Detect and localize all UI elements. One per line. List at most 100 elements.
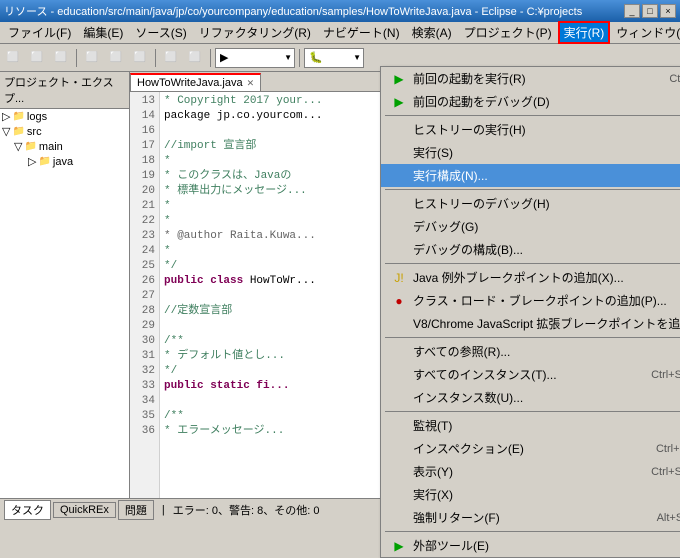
menu-inst-count[interactable]: インスタンス数(U)... xyxy=(381,386,680,409)
toolbar-btn-4[interactable]: ⬜ xyxy=(81,47,103,69)
sep-6 xyxy=(385,531,680,532)
menu-execute[interactable]: 実行(X) Ctrl+U xyxy=(381,483,680,506)
expand-icon: ▷ xyxy=(28,155,36,168)
menu-search[interactable]: 検索(A) xyxy=(406,22,458,43)
toolbar-sep-1 xyxy=(76,49,77,67)
project-explorer: プロジェクト・エクスプ... ▷ 📁 logs ▽ 📁 src ▽ 📁 main… xyxy=(0,72,130,498)
sep-3 xyxy=(385,263,680,264)
menu-all-inst[interactable]: すべてのインスタンス(T)... Ctrl+Shift+N xyxy=(381,363,680,386)
tab-quickrex[interactable]: QuickREx xyxy=(53,502,116,518)
tab-tasks[interactable]: タスク xyxy=(4,500,51,520)
toolbar-debug-dropdown[interactable]: 🐛 ▼ xyxy=(304,48,364,68)
menu-v8-bp-label: V8/Chrome JavaScript 拡張ブレークポイントを追加 xyxy=(413,315,680,332)
folder-icon: 📁 xyxy=(12,111,24,122)
toolbar-debug-arrow: ▼ xyxy=(353,53,361,62)
menu-refactor[interactable]: リファクタリング(R) xyxy=(193,22,317,43)
menu-run-s-label: 実行(S) xyxy=(413,144,453,161)
menu-display-label: 表示(Y) xyxy=(413,463,453,480)
menu-class-bp-label: クラス・ロード・ブレークポイントの追加(P)... xyxy=(413,292,667,309)
menu-v8-bp[interactable]: V8/Chrome JavaScript 拡張ブレークポイントを追加 xyxy=(381,312,680,335)
menu-run[interactable]: 実行(R) xyxy=(558,21,611,44)
menu-history-debug[interactable]: ヒストリーのデバッグ(H) ▶ xyxy=(381,192,680,215)
menu-inst-count-label: インスタンス数(U)... xyxy=(413,389,523,406)
menu-monitor[interactable]: 監視(T) xyxy=(381,414,680,437)
expand-icon: ▷ xyxy=(2,110,10,123)
tree-label: logs xyxy=(27,111,47,123)
sep-1 xyxy=(385,115,680,116)
menu-window[interactable]: ウィンドウ(W) xyxy=(610,22,680,43)
tree-label: src xyxy=(27,126,42,138)
menu-java-bp-label: Java 例外ブレークポイントの追加(X)... xyxy=(413,269,624,286)
sep-2 xyxy=(385,189,680,190)
menu-run-prev[interactable]: ▶ 前回の起動を実行(R) Ctrl+F11 xyxy=(381,67,680,90)
menu-run-prev-label: 前回の起動を実行(R) xyxy=(413,70,526,87)
menu-project[interactable]: プロジェクト(P) xyxy=(458,22,558,43)
menu-display-shortcut: Ctrl+Shift+D xyxy=(631,466,680,478)
toolbar-btn-1[interactable]: ⬜ xyxy=(2,47,24,69)
run-menu-popup[interactable]: ▶ 前回の起動を実行(R) Ctrl+F11 ▶ 前回の起動をデバッグ(D) F… xyxy=(380,66,680,558)
run-icon: ▶ xyxy=(389,72,409,86)
tree-label: main xyxy=(39,141,63,153)
menu-history-debug-label: ヒストリーのデバッグ(H) xyxy=(413,195,550,212)
tree-item-src[interactable]: ▽ 📁 src xyxy=(0,124,129,139)
menu-inspect[interactable]: インスペクション(E) Ctrl+Shift+I xyxy=(381,437,680,460)
menu-debug-prev[interactable]: ▶ 前回の起動をデバッグ(D) F11 xyxy=(381,90,680,113)
menu-execute-label: 実行(X) xyxy=(413,486,453,503)
menu-run-config[interactable]: 実行構成(N)... xyxy=(381,164,680,187)
tree-item-main[interactable]: ▽ 📁 main xyxy=(0,139,129,154)
menu-file[interactable]: ファイル(F) xyxy=(2,22,77,43)
menu-run-s[interactable]: 実行(S) ▶ xyxy=(381,141,680,164)
folder-icon: 📁 xyxy=(12,126,24,137)
menu-bar: ファイル(F) 編集(E) ソース(S) リファクタリング(R) ナビゲート(N… xyxy=(0,22,680,44)
editor-tab-howtowrite[interactable]: HowToWriteJava.java ✕ xyxy=(130,73,261,91)
menu-debug[interactable]: デバッグ(G) ▶ xyxy=(381,215,680,238)
menu-debug-prev-shortcut: F11 xyxy=(673,96,680,108)
window-controls[interactable]: _ □ × xyxy=(624,4,676,18)
debug-prev-icon: ▶ xyxy=(389,95,409,109)
tree-item-logs[interactable]: ▷ 📁 logs xyxy=(0,109,129,124)
error-status: エラー: 0、警告: 8、その他: 0 xyxy=(173,502,320,518)
toolbar-btn-8[interactable]: ⬜ xyxy=(184,47,206,69)
java-bp-icon: J! xyxy=(389,271,409,285)
toolbar-sep-3 xyxy=(210,49,211,67)
menu-external-tools-label: 外部ツール(E) xyxy=(413,537,489,554)
toolbar-btn-7[interactable]: ⬜ xyxy=(160,47,182,69)
title-bar: リソース - education/src/main/java/jp/co/you… xyxy=(0,0,680,22)
menu-display[interactable]: 表示(Y) Ctrl+Shift+D xyxy=(381,460,680,483)
menu-class-bp[interactable]: ● クラス・ロード・ブレークポイントの追加(P)... xyxy=(381,289,680,312)
folder-icon: 📁 xyxy=(24,141,36,152)
menu-force-return-label: 強制リターン(F) xyxy=(413,509,500,526)
menu-debug-label: デバッグ(G) xyxy=(413,218,478,235)
menu-source[interactable]: ソース(S) xyxy=(129,22,192,43)
menu-execute-shortcut: Ctrl+U xyxy=(660,489,680,501)
menu-external-tools[interactable]: ▶ 外部ツール(E) ▶ xyxy=(381,534,680,557)
status-separator: | xyxy=(162,504,165,516)
toolbar-btn-2[interactable]: ⬜ xyxy=(26,47,48,69)
close-button[interactable]: × xyxy=(660,4,676,18)
maximize-button[interactable]: □ xyxy=(642,4,658,18)
menu-java-bp[interactable]: J! Java 例外ブレークポイントの追加(X)... xyxy=(381,266,680,289)
toolbar-btn-3[interactable]: ⬜ xyxy=(50,47,72,69)
minimize-button[interactable]: _ xyxy=(624,4,640,18)
menu-force-return[interactable]: 強制リターン(F) Alt+Shift+F xyxy=(381,506,680,529)
sidebar-header: プロジェクト・エクスプ... xyxy=(0,72,129,109)
menu-history-run[interactable]: ヒストリーの実行(H) ▶ xyxy=(381,118,680,141)
class-bp-icon: ● xyxy=(389,294,409,308)
external-tools-icon: ▶ xyxy=(389,539,409,553)
menu-monitor-label: 監視(T) xyxy=(413,417,452,434)
toolbar-btn-6[interactable]: ⬜ xyxy=(129,47,151,69)
menu-debug-config[interactable]: デバッグの構成(B)... xyxy=(381,238,680,261)
toolbar-btn-5[interactable]: ⬜ xyxy=(105,47,127,69)
tree-item-java[interactable]: ▷ 📁 java xyxy=(0,154,129,169)
menu-all-ref[interactable]: すべての参照(R)... xyxy=(381,340,680,363)
toolbar-sep-4 xyxy=(299,49,300,67)
toolbar-debug-icon: 🐛 xyxy=(309,51,323,64)
menu-navigate[interactable]: ナビゲート(N) xyxy=(317,22,406,43)
line-numbers: 13 14 16 17 18 19 20 21 22 23 24 25 26 2… xyxy=(130,92,160,498)
menu-edit[interactable]: 編集(E) xyxy=(77,22,129,43)
menu-force-return-shortcut: Alt+Shift+F xyxy=(637,512,680,524)
menu-all-inst-shortcut: Ctrl+Shift+N xyxy=(631,369,680,381)
toolbar-run-dropdown[interactable]: ▶ ▼ xyxy=(215,48,295,68)
tab-problems[interactable]: 問題 xyxy=(118,500,154,520)
tab-close-icon[interactable]: ✕ xyxy=(247,78,255,89)
